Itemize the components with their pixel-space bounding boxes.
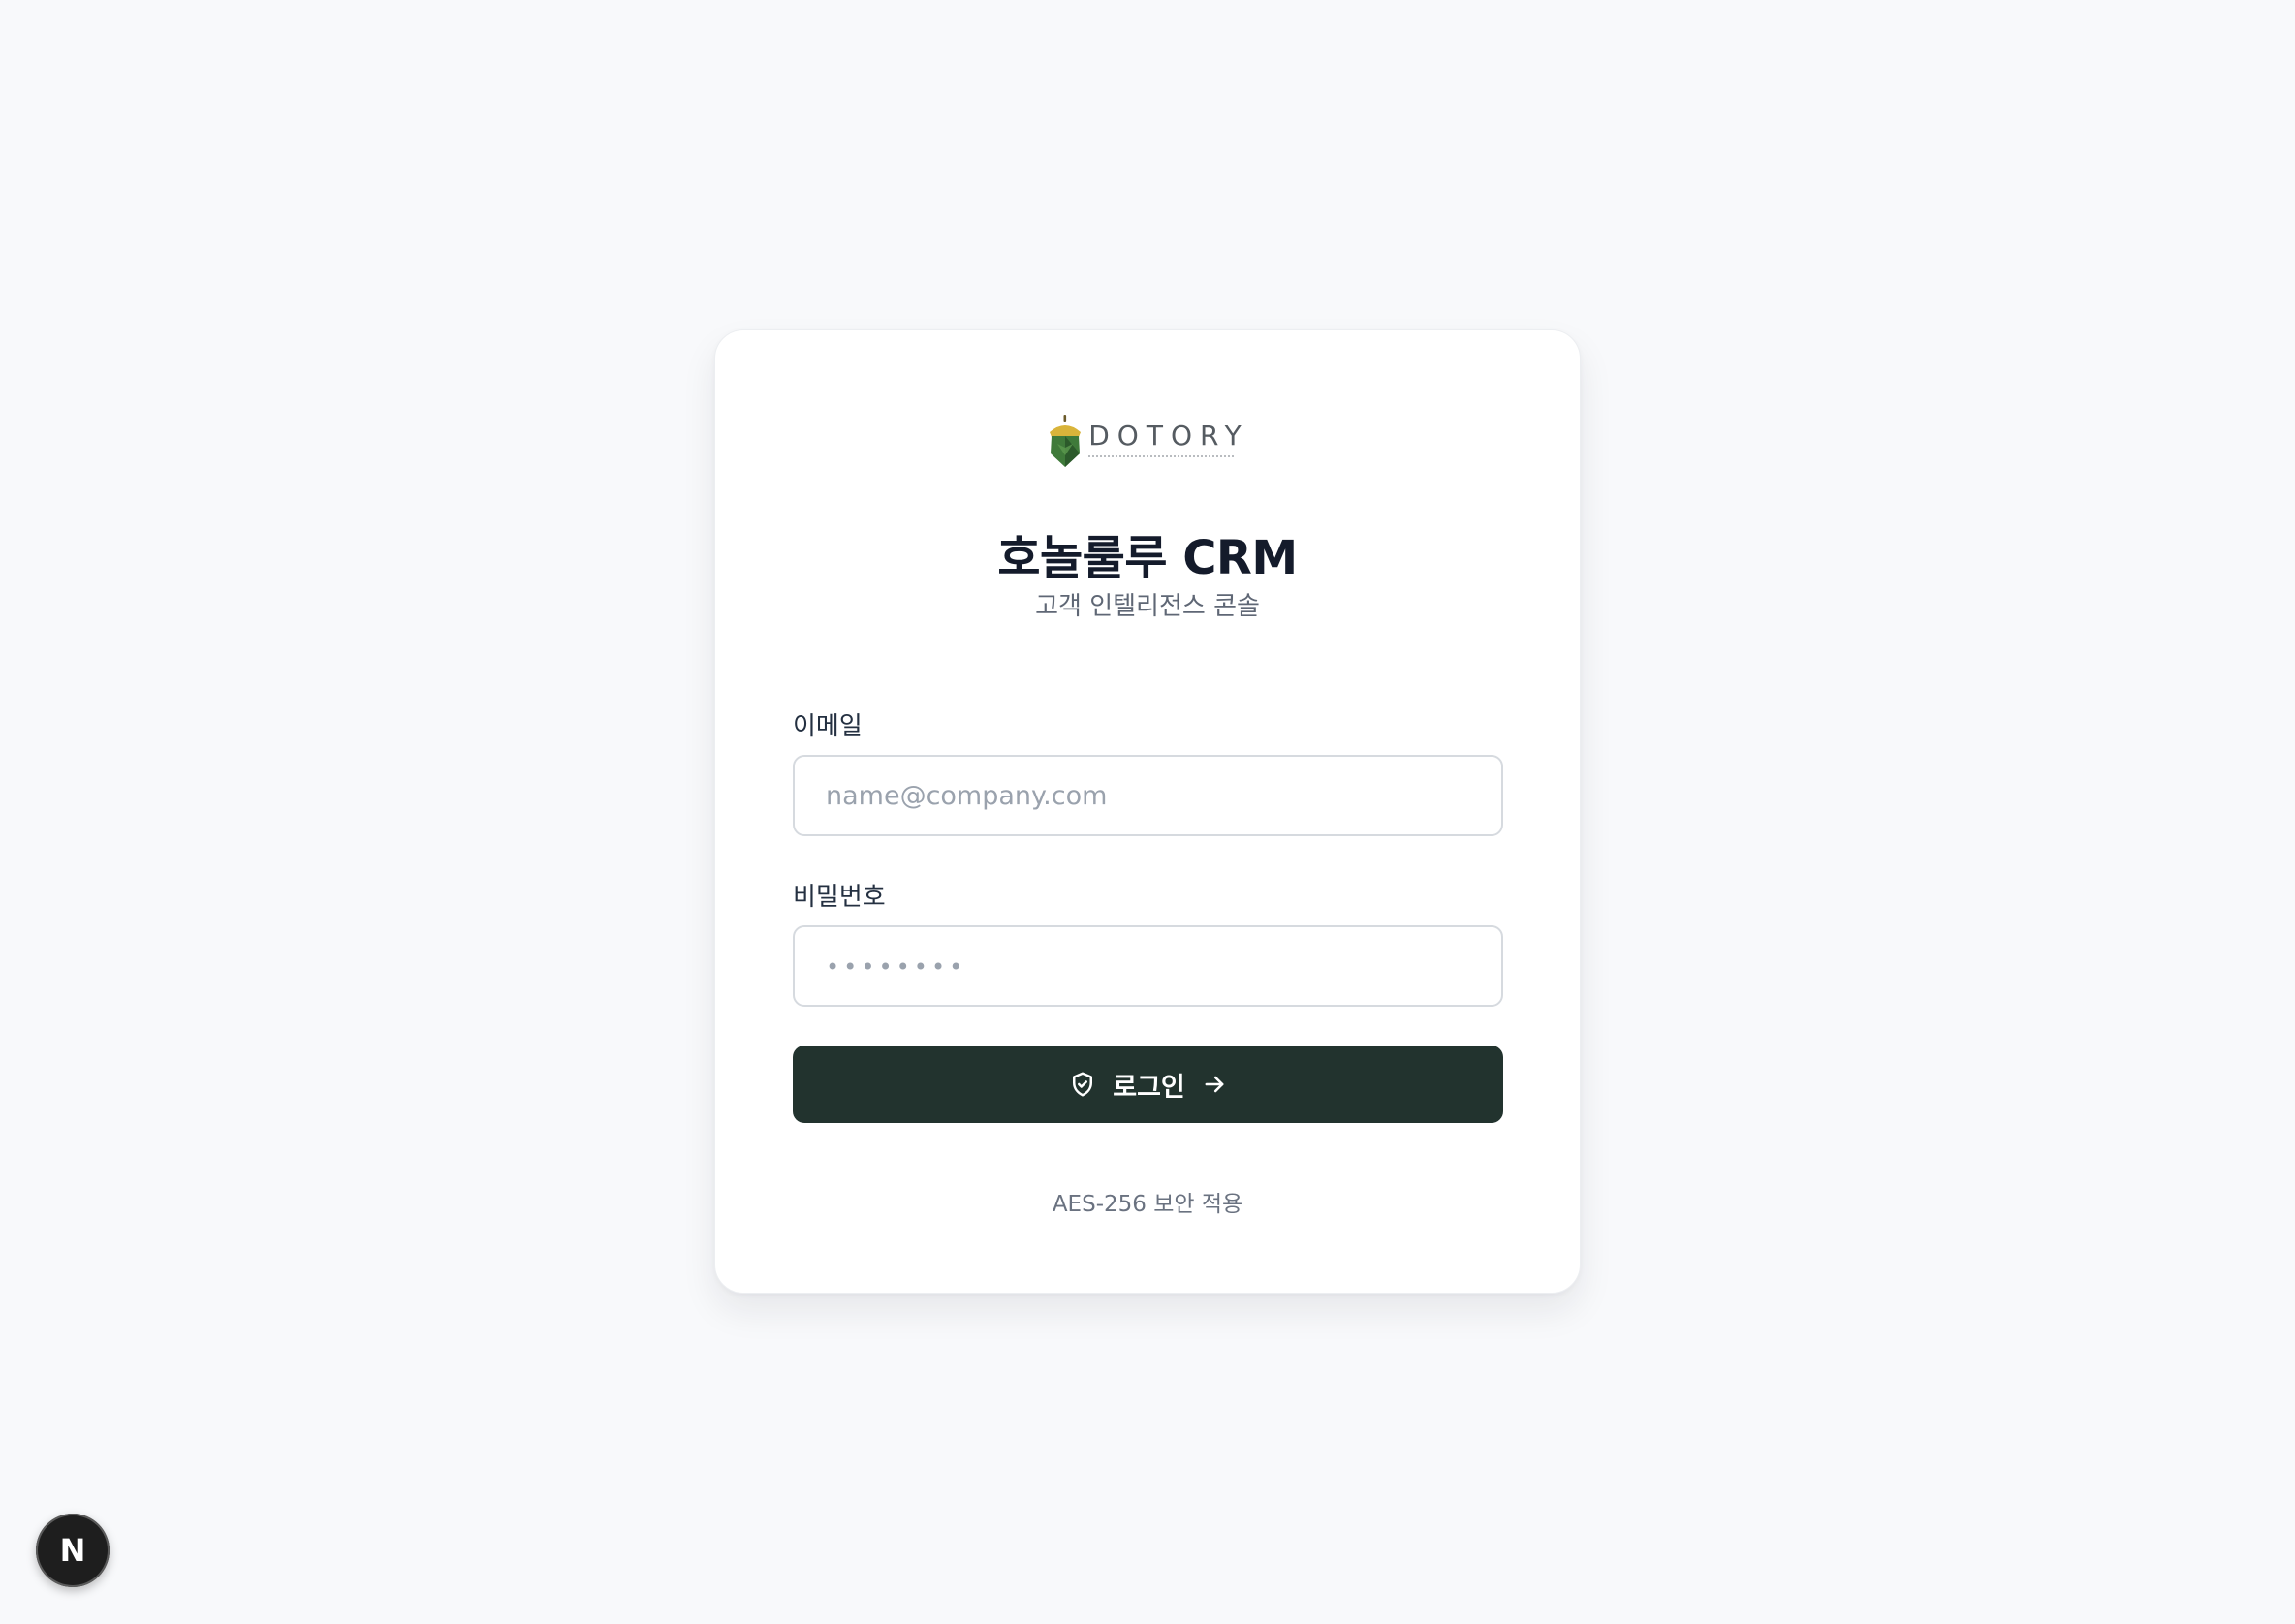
security-note: AES-256 보안 적용 bbox=[1052, 1192, 1243, 1217]
login-button[interactable]: 로그인 bbox=[793, 1046, 1503, 1123]
password-label: 비밀번호 bbox=[793, 883, 886, 912]
brand-logo: DOTORY bbox=[715, 412, 1580, 470]
brand-tagline-rule bbox=[1088, 455, 1235, 459]
page-title: 호놀룰루 CRM bbox=[997, 531, 1298, 585]
login-card: DOTORY 호놀룰루 CRM 고객 인텔리전스 콘솔 이메일 비밀번호 로그인… bbox=[714, 329, 1581, 1294]
nextjs-dev-badge[interactable]: N bbox=[36, 1514, 110, 1587]
password-input[interactable] bbox=[793, 925, 1503, 1007]
acorn-logo-icon bbox=[1050, 415, 1082, 467]
brand-name: DOTORY bbox=[1088, 420, 1249, 452]
nextjs-icon: N bbox=[59, 1532, 86, 1569]
shield-check-icon bbox=[1073, 1072, 1093, 1097]
arrow-right-icon bbox=[1205, 1076, 1224, 1093]
brand-logo-inner: DOTORY bbox=[1046, 413, 1249, 469]
email-input[interactable] bbox=[793, 755, 1503, 836]
login-button-label: 로그인 bbox=[1113, 1072, 1185, 1103]
email-label: 이메일 bbox=[793, 712, 863, 741]
page-subtitle: 고객 인텔리전스 콘솔 bbox=[1035, 592, 1260, 621]
brand-wordmark: DOTORY bbox=[1088, 422, 1249, 459]
